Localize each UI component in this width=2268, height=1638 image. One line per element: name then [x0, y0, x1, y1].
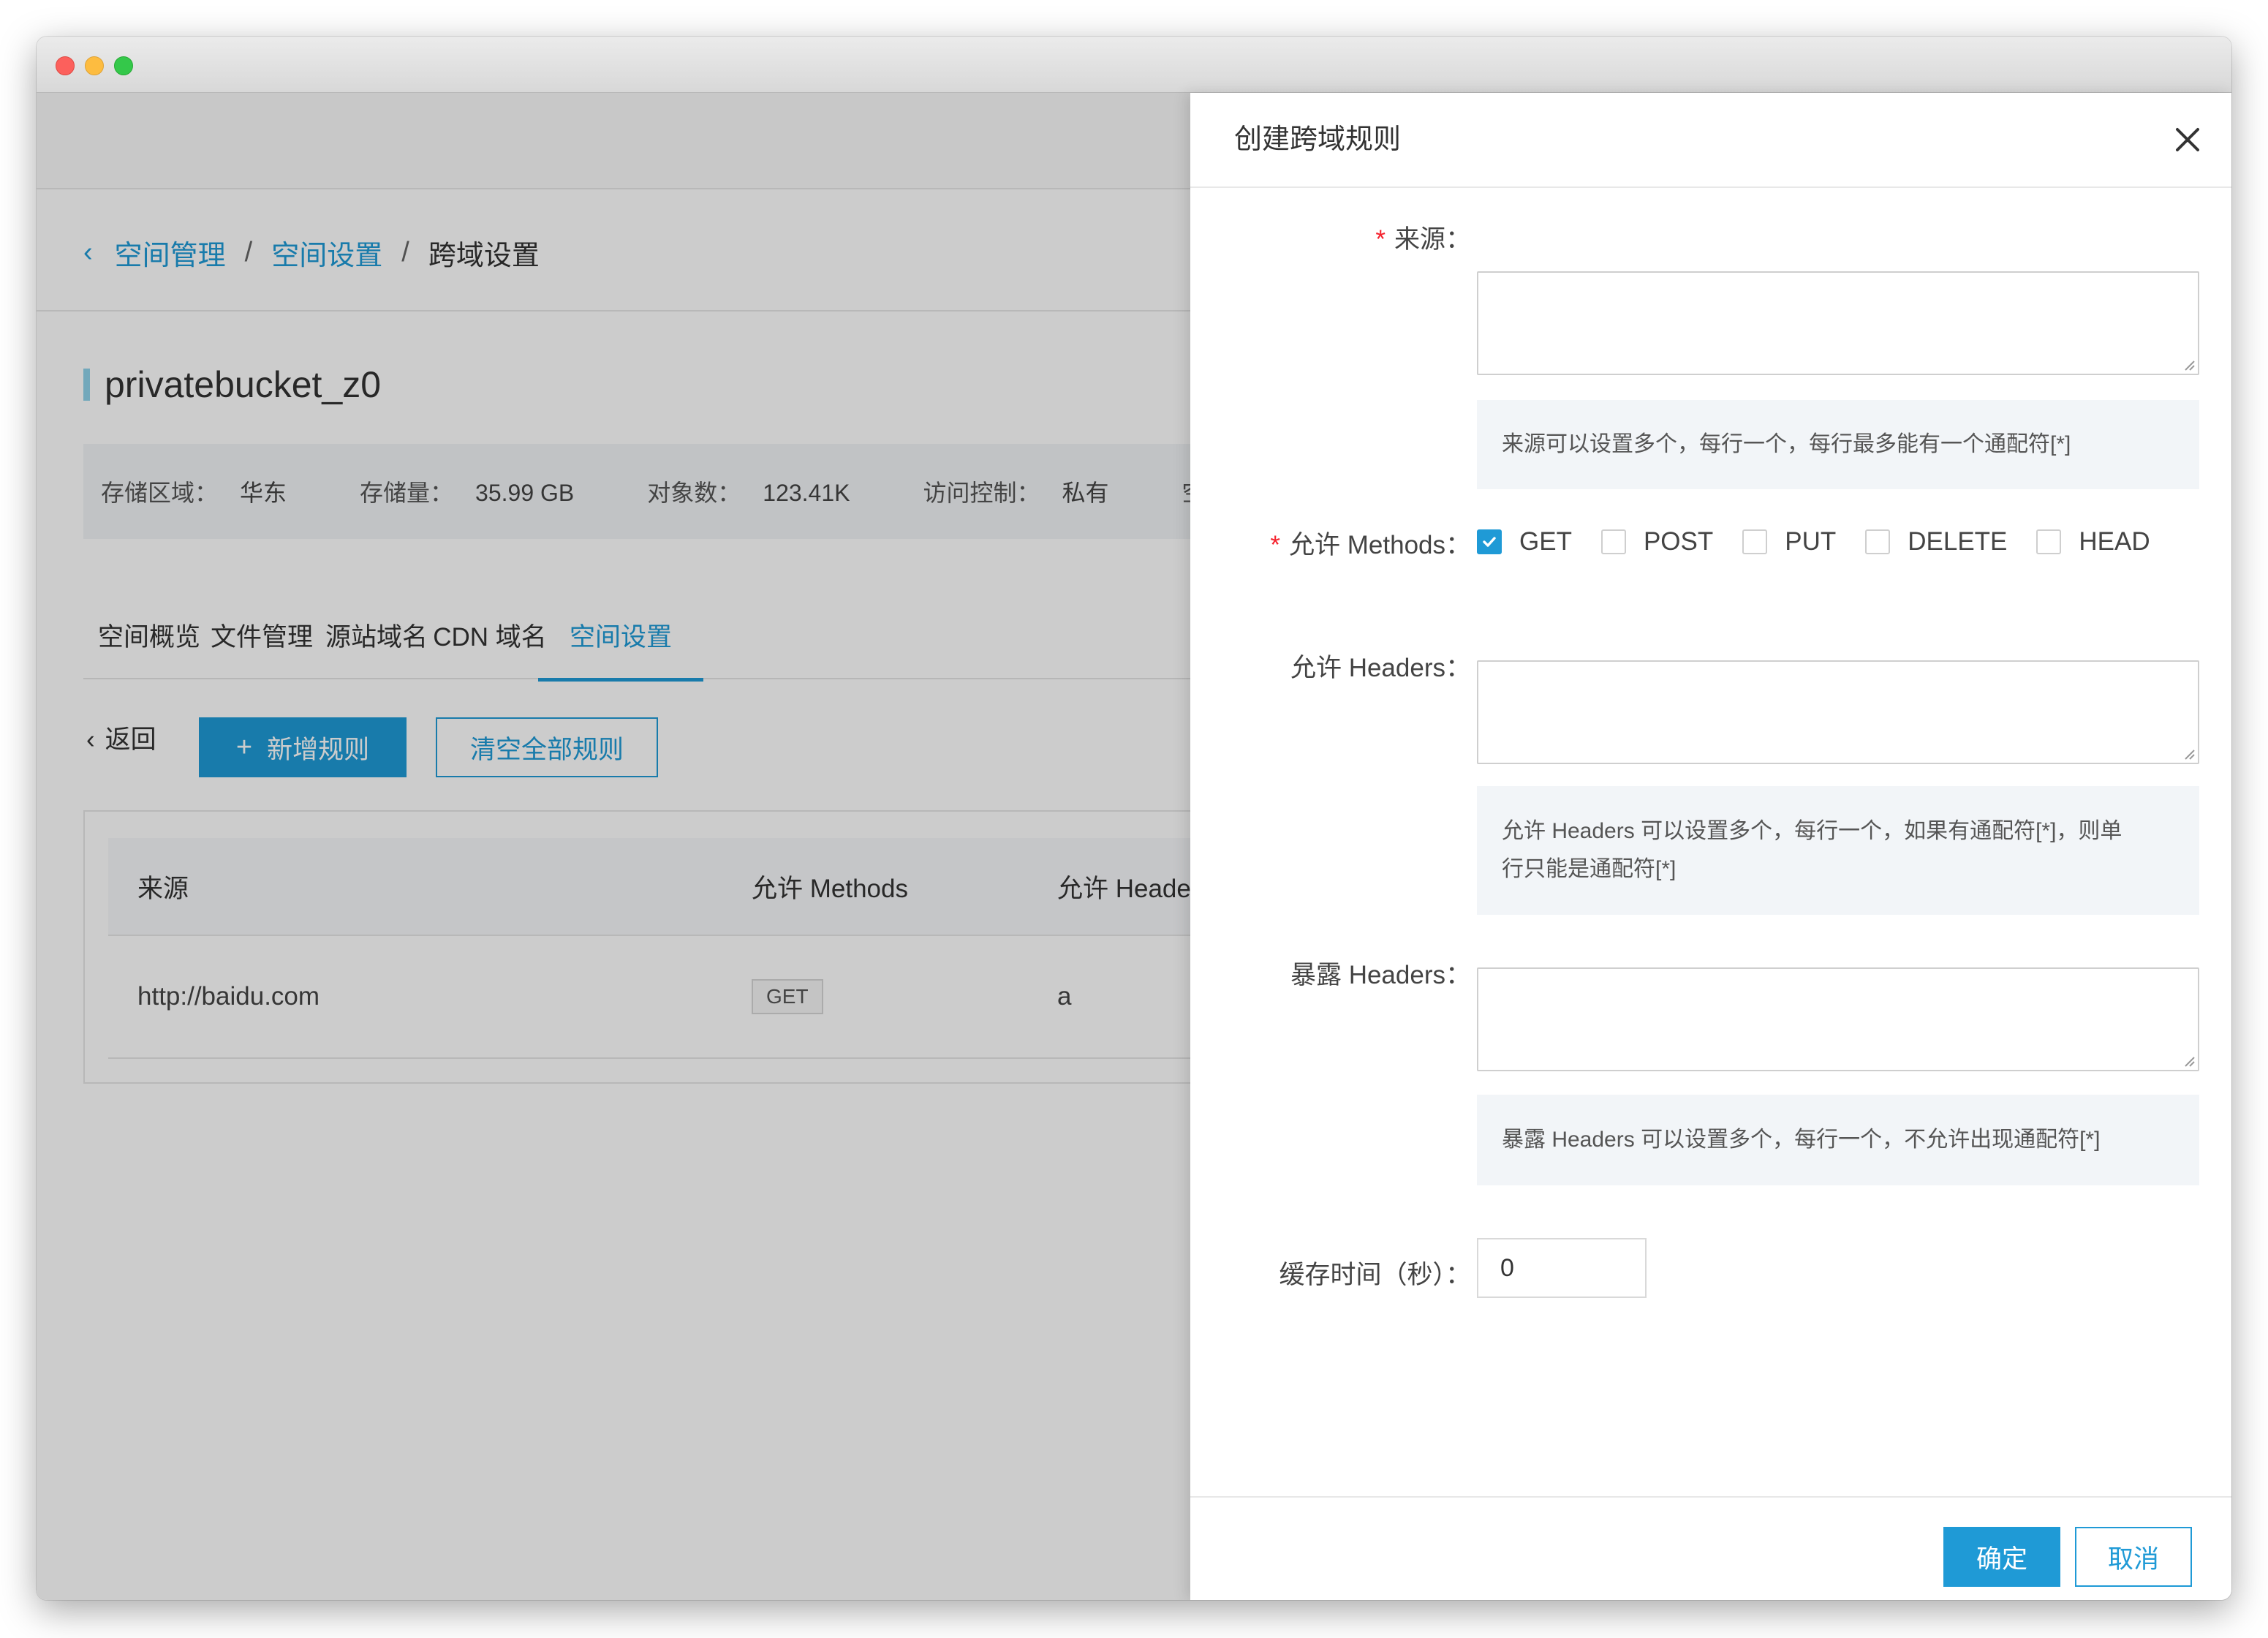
cache-time-input[interactable]: 0 — [1477, 1238, 1647, 1298]
method-put-label: PUT — [1785, 527, 1837, 556]
allow-headers-label: 允许 Headers： — [1290, 654, 1471, 682]
allow-headers-hint-line: 行只能是通配符[*] — [1502, 857, 1677, 881]
origin-hint: 来源可以设置多个，每行一个，每行最多能有一个通配符[*] — [1477, 400, 2199, 489]
method-head-label: HEAD — [2079, 527, 2150, 556]
origin-textarea[interactable] — [1477, 271, 2199, 375]
allow-headers-hint-line: 允许 Headers 可以设置多个，每行一个，如果有通配符[*]，则单 — [1502, 819, 2123, 843]
app-window: ‹ 空间管理 / 空间设置 / 跨域设置 privatebucket_z0 存储… — [37, 37, 2231, 1600]
expose-headers-label: 暴露 Headers： — [1290, 961, 1471, 989]
resize-grip-icon[interactable] — [2182, 1054, 2195, 1067]
confirm-button[interactable]: 确定 — [1943, 1527, 2060, 1587]
drawer-header: 创建跨域规则 — [1190, 93, 2231, 188]
checkbox-icon[interactable] — [1865, 529, 1891, 554]
checkbox-icon[interactable] — [1600, 529, 1626, 554]
cancel-button[interactable]: 取消 — [2075, 1527, 2192, 1587]
close-window-button[interactable] — [56, 56, 75, 75]
close-icon[interactable] — [2166, 118, 2210, 162]
allow-headers-hint: 允许 Headers 可以设置多个，每行一个，如果有通配符[*]，则单 行只能是… — [1477, 786, 2199, 915]
method-get-label: GET — [1519, 527, 1572, 556]
drawer-title: 创建跨域规则 — [1234, 124, 1402, 155]
resize-grip-icon[interactable] — [2182, 358, 2195, 371]
checkbox-checked-icon[interactable] — [1477, 529, 1502, 554]
methods-checkbox-group: GET POST PUT DELETE HEAD — [1477, 520, 2150, 564]
method-put-checkbox[interactable]: PUT — [1742, 527, 1836, 556]
required-mark: * — [1375, 225, 1386, 254]
allow-headers-textarea[interactable] — [1477, 660, 2199, 764]
drawer-footer: 确定 取消 — [1190, 1496, 2231, 1600]
checkbox-icon[interactable] — [2036, 529, 2062, 554]
cache-time-label: 缓存时间（秒）： — [1279, 1261, 1471, 1289]
checkbox-icon[interactable] — [1742, 529, 1768, 554]
modal-overlay[interactable] — [37, 93, 1190, 1600]
minimize-window-button[interactable] — [85, 56, 104, 75]
methods-label: * 允许 Methods： — [1270, 531, 1471, 559]
required-mark: * — [1270, 531, 1281, 559]
origin-label: * 来源： — [1375, 225, 1471, 254]
create-cors-rule-drawer: 创建跨域规则 * 来源： 来源可以设置多个，每行一个，每行最多能有一个通配符[*]… — [1190, 93, 2231, 1600]
zoom-window-button[interactable] — [114, 56, 133, 75]
method-post-label: POST — [1643, 527, 1714, 556]
method-post-checkbox[interactable]: POST — [1600, 527, 1714, 556]
method-get-checkbox[interactable]: GET — [1477, 527, 1572, 556]
window-titlebar — [37, 37, 2231, 93]
method-delete-checkbox[interactable]: DELETE — [1865, 527, 2007, 556]
method-head-checkbox[interactable]: HEAD — [2036, 527, 2150, 556]
resize-grip-icon[interactable] — [2182, 747, 2195, 760]
expose-headers-hint: 暴露 Headers 可以设置多个，每行一个，不允许出现通配符[*] — [1477, 1095, 2199, 1185]
expose-headers-textarea[interactable] — [1477, 967, 2199, 1071]
method-delete-label: DELETE — [1908, 527, 2008, 556]
